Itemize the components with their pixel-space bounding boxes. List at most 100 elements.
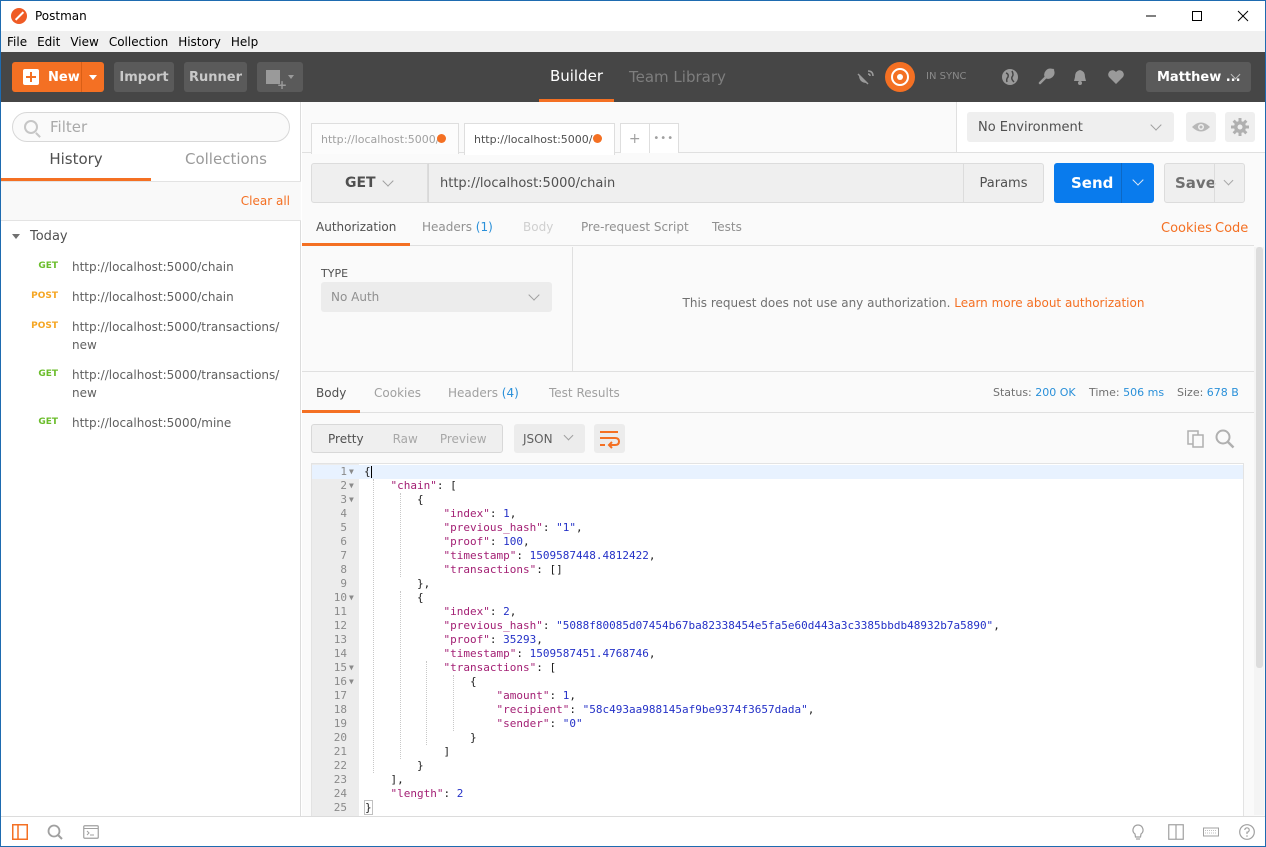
tab-tests[interactable]: Tests xyxy=(712,213,742,246)
tab-body[interactable]: Body xyxy=(523,213,553,246)
fold-toggle-icon[interactable]: ▼ xyxy=(349,591,354,605)
tab-authorization[interactable]: Authorization xyxy=(302,213,411,246)
response-tab-test-results[interactable]: Test Results xyxy=(549,386,620,400)
save-button[interactable]: Save xyxy=(1164,163,1245,203)
code-line: 13 "proof": 35293, xyxy=(312,633,1243,647)
line-number: 1 xyxy=(340,465,347,478)
tab-team-library[interactable]: Team Library xyxy=(629,52,726,102)
close-window-button[interactable] xyxy=(1220,1,1266,31)
history-item[interactable]: GET http://localhost:5000/mine xyxy=(1,414,301,432)
line-number: 24 xyxy=(333,787,347,800)
history-item[interactable]: POST http://localhost:5000/chain xyxy=(1,288,301,306)
more-tabs-button[interactable]: ••• xyxy=(650,124,678,153)
history-item[interactable]: GET http://localhost:5000/transactions/n… xyxy=(1,366,301,402)
manage-environments-button[interactable] xyxy=(1225,112,1255,142)
wrap-lines-button[interactable] xyxy=(594,424,625,453)
globe-icon[interactable] xyxy=(1001,68,1019,86)
user-menu-button[interactable]: Matthew ... xyxy=(1146,62,1251,92)
minimize-button[interactable] xyxy=(1128,1,1174,31)
new-button[interactable]: New xyxy=(12,62,104,92)
runner-button[interactable]: Runner xyxy=(184,62,247,92)
heart-icon[interactable] xyxy=(1107,68,1125,86)
help-icon[interactable] xyxy=(1239,824,1255,840)
menu-help[interactable]: Help xyxy=(231,35,258,49)
fold-toggle-icon[interactable]: ▼ xyxy=(349,465,354,479)
url-input[interactable]: http://localhost:5000/chain xyxy=(428,163,964,203)
history-item[interactable]: POST http://localhost:5000/transactions/… xyxy=(1,318,301,354)
learn-more-auth-link[interactable]: Learn more about authorization xyxy=(954,296,1144,310)
caret-down-icon xyxy=(288,75,294,79)
search-icon[interactable] xyxy=(47,824,63,840)
code-text: "proof": 35293, xyxy=(443,633,543,646)
new-window-button[interactable] xyxy=(257,62,303,92)
menu-edit[interactable]: Edit xyxy=(37,35,60,49)
code-text: "index": 1, xyxy=(443,507,517,520)
tab-pre-request-script[interactable]: Pre-request Script xyxy=(581,213,689,246)
filter-field[interactable] xyxy=(12,112,290,142)
request-tab[interactable]: http://localhost:5000/ xyxy=(311,123,459,154)
scrollbar-thumb[interactable] xyxy=(1256,247,1263,668)
response-body-editor[interactable]: 1 ▼{2 ▼ "chain": [3 ▼{4 "index": 1, 5 "previous… xyxy=(311,463,1244,817)
menu-file[interactable]: File xyxy=(7,35,27,49)
new-dropdown-button[interactable] xyxy=(81,62,104,92)
code-text: "chain": [ xyxy=(390,479,457,492)
fold-toggle-icon[interactable]: ▼ xyxy=(349,493,354,507)
request-tab-active[interactable]: http://localhost:5000/ xyxy=(464,123,615,155)
history-item[interactable]: GET http://localhost:5000/chain xyxy=(1,258,301,276)
code-link[interactable]: Code xyxy=(1215,221,1248,236)
two-pane-view-icon[interactable] xyxy=(1168,824,1184,840)
tab-builder[interactable]: Builder xyxy=(539,52,614,102)
wrench-settings-icon[interactable] xyxy=(1037,68,1055,86)
code-line: 17 "amount": 1, xyxy=(312,689,1243,703)
response-tab-body[interactable]: Body xyxy=(302,372,361,413)
fold-toggle-icon[interactable]: ▼ xyxy=(349,661,354,675)
toggle-sidebar-icon[interactable] xyxy=(12,824,28,840)
send-dropdown-button[interactable] xyxy=(1121,163,1154,203)
line-number: 8 xyxy=(340,563,347,576)
copy-icon[interactable] xyxy=(1187,430,1205,448)
response-status: Status: 200 OK xyxy=(993,386,1076,399)
vertical-scrollbar[interactable] xyxy=(1254,247,1264,815)
sidebar-tab-collections[interactable]: Collections xyxy=(151,150,301,181)
view-raw[interactable]: Raw xyxy=(393,432,418,446)
add-tab-button[interactable]: + xyxy=(621,124,650,153)
fold-toggle-icon[interactable]: ▼ xyxy=(349,675,354,689)
keyboard-shortcuts-icon[interactable] xyxy=(1203,824,1219,840)
maximize-button[interactable] xyxy=(1174,1,1220,31)
sidebar-tab-history[interactable]: History xyxy=(1,150,151,181)
send-button[interactable]: Send xyxy=(1054,163,1154,203)
sync-status-icon[interactable] xyxy=(885,62,915,92)
save-dropdown-button[interactable] xyxy=(1214,164,1244,202)
filter-input[interactable] xyxy=(50,118,270,136)
code-text: "previous_hash": "5088f80085d07454b67ba8… xyxy=(443,619,1000,632)
format-select[interactable]: JSON xyxy=(514,424,585,453)
clear-all-link[interactable]: Clear all xyxy=(241,194,290,208)
view-pretty[interactable]: Pretty xyxy=(328,432,364,446)
fold-toggle-icon[interactable]: ▼ xyxy=(349,479,354,493)
environment-quick-look-button[interactable] xyxy=(1186,112,1216,142)
console-icon[interactable] xyxy=(83,824,99,840)
menu-view[interactable]: View xyxy=(70,35,98,49)
response-tab-headers[interactable]: Headers (4) xyxy=(448,386,519,400)
method-select[interactable]: GET xyxy=(311,163,428,203)
notifications-bell-icon[interactable] xyxy=(1071,68,1089,86)
history-group-today[interactable]: Today xyxy=(12,229,68,244)
tab-headers[interactable]: Headers (1) xyxy=(422,213,493,246)
view-preview[interactable]: Preview xyxy=(440,432,487,446)
cookies-link[interactable]: Cookies xyxy=(1161,221,1212,236)
menu-collection[interactable]: Collection xyxy=(109,35,168,49)
interceptor-satellite-icon[interactable] xyxy=(857,69,875,85)
params-button[interactable]: Params xyxy=(963,163,1044,203)
window-title: Postman xyxy=(35,9,87,23)
line-number: 7 xyxy=(340,549,347,562)
menu-history[interactable]: History xyxy=(178,35,221,49)
auth-type-select[interactable]: No Auth xyxy=(321,282,552,312)
code-line: 2 ▼ "chain": [ xyxy=(312,479,1243,493)
import-button[interactable]: Import xyxy=(114,62,174,92)
response-tab-cookies[interactable]: Cookies xyxy=(374,386,421,400)
response-size: Size: 678 B xyxy=(1177,386,1239,399)
environment-select[interactable]: No Environment xyxy=(967,112,1174,142)
lightbulb-icon[interactable] xyxy=(1130,824,1146,840)
search-icon[interactable] xyxy=(1215,429,1235,449)
line-number: 21 xyxy=(333,745,347,758)
